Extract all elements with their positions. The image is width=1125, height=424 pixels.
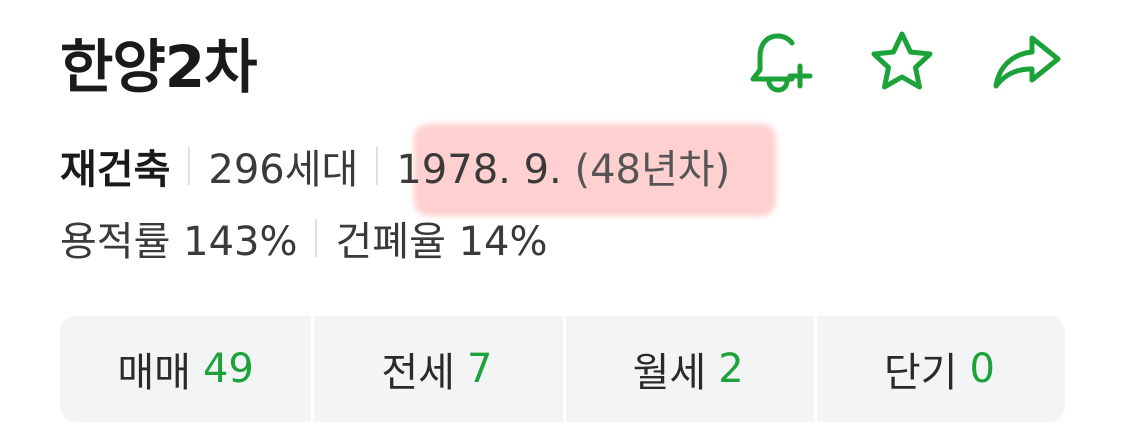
alarm-add-button[interactable]: [742, 26, 814, 98]
tab-count: 2: [718, 346, 744, 392]
tab-count: 7: [466, 346, 493, 392]
summary-row: 재건축 296세대 1978. 9. (48년차): [60, 138, 730, 194]
star-icon: [871, 31, 933, 90]
tab-label: 매매: [117, 350, 191, 396]
tab-monthly-rent[interactable]: 월세 2: [562, 316, 814, 422]
built-date: 1978. 9. (48년차): [396, 137, 730, 195]
divider: [188, 147, 191, 185]
tab-label: 전세: [381, 350, 455, 396]
page-title: 한양2차: [60, 33, 257, 101]
share-button[interactable]: [990, 26, 1062, 98]
floor-area-ratio: 용적률 143%: [60, 219, 298, 265]
households: 296세대: [208, 147, 359, 193]
tab-label: 단기: [883, 350, 958, 396]
favorite-button[interactable]: [866, 26, 938, 98]
tab-sale[interactable]: 매매 49: [60, 316, 311, 422]
listing-tabs: 매매 49 전세 7 월세 2 단기 0: [60, 316, 1065, 422]
divider: [376, 147, 379, 185]
building-coverage-ratio: 건폐율 14%: [335, 219, 548, 265]
tab-count: 0: [969, 346, 995, 392]
tab-short-term[interactable]: 단기 0: [813, 316, 1065, 422]
tab-label: 월세: [632, 350, 707, 396]
tab-jeonse[interactable]: 전세 7: [311, 316, 562, 422]
built-year-month: 1978. 9.: [396, 147, 562, 193]
divider: [315, 219, 318, 257]
tab-count: 49: [202, 346, 254, 392]
building-type: 재건축: [60, 147, 171, 193]
bell-plus-icon: [750, 33, 813, 93]
share-arrow-icon: [993, 35, 1061, 89]
ratio-row: 용적률 143% 건폐율 14%: [60, 210, 548, 266]
building-age: (48년차): [574, 147, 731, 193]
